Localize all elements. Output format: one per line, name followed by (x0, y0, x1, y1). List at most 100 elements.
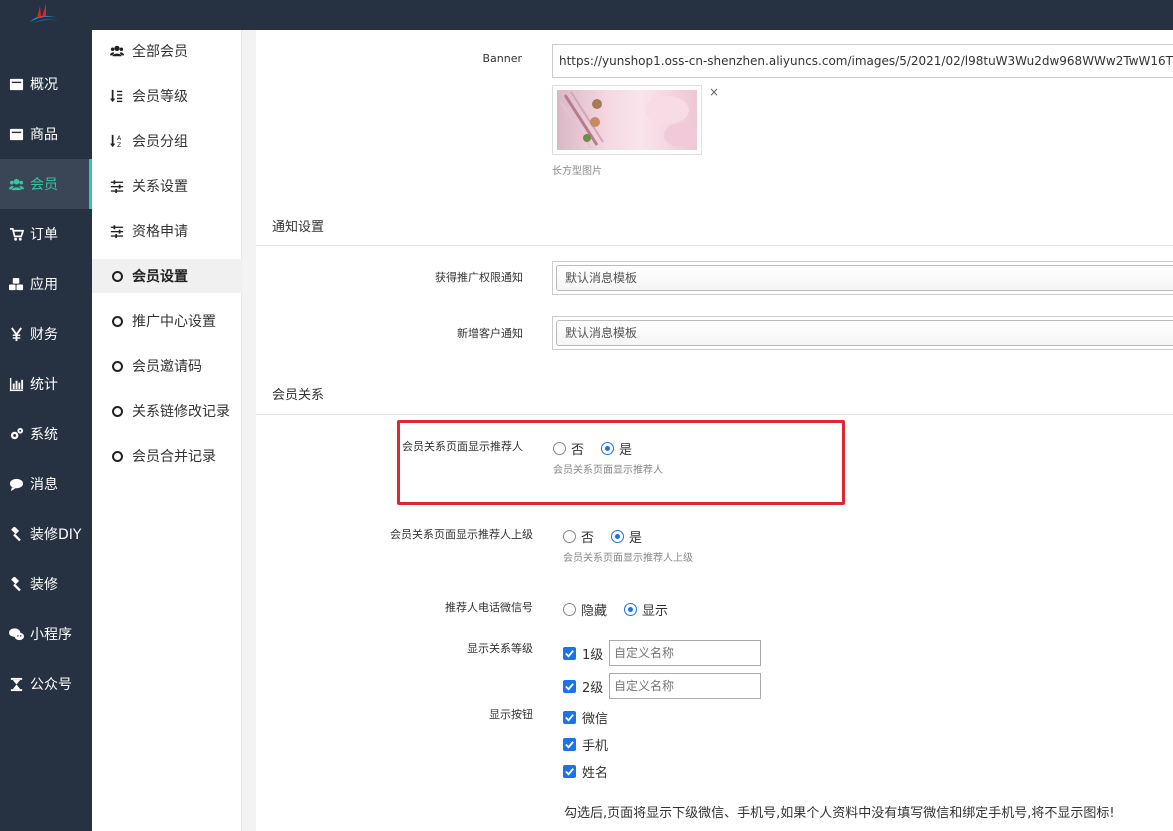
level-1-name-input[interactable] (609, 640, 761, 666)
cart-icon (8, 226, 24, 242)
goods-icon (8, 126, 24, 142)
submenu-item-invite-code[interactable]: 会员邀请码 (92, 349, 242, 383)
logo-icon[interactable] (26, 2, 62, 28)
radio-label: 是 (629, 531, 643, 546)
referrer-contact-hide-radio[interactable]: 隐藏 (563, 600, 607, 619)
radio-label: 否 (571, 443, 585, 458)
name-checkbox[interactable]: 姓名 (563, 762, 608, 781)
bar-chart-icon (8, 376, 24, 392)
submenu-item-member-group[interactable]: AZ 会员分组 (92, 124, 242, 158)
checkbox-label: 姓名 (582, 766, 609, 781)
submenu-item-member-settings[interactable]: 会员设置 (92, 259, 242, 293)
notify-promo-select[interactable]: 默认消息模板 (552, 261, 1173, 295)
svg-text:Z: Z (117, 142, 121, 148)
notify-customer-select[interactable]: 默认消息模板 (552, 316, 1173, 350)
sidebar-item-label: 商品 (30, 127, 58, 143)
radio-circle (553, 442, 566, 455)
banner-thumbnail[interactable] (552, 85, 702, 155)
sidebar-item-mini-program[interactable]: 小程序 (0, 609, 92, 659)
sidebar-item-label: 小程序 (30, 627, 72, 643)
dashboard-icon (8, 76, 24, 92)
show-referrer-no-radio[interactable]: 否 (553, 439, 584, 458)
circle-icon (110, 449, 124, 463)
submenu-item-label: 关系设置 (132, 179, 188, 195)
show-referrer-parent-yes-radio[interactable]: 是 (611, 527, 642, 546)
level-2-checkbox[interactable]: 2级 (563, 677, 603, 696)
submenu-item-member-level[interactable]: 会员等级 (92, 79, 242, 113)
circle-icon (110, 314, 124, 328)
buttons-label: 显示按钮 (489, 708, 533, 721)
member-submenu: 全部会员 会员等级 AZ 会员分组 关系设置 资格申请 会员设置 推广中心设置 … (92, 30, 242, 831)
radio-label: 是 (619, 443, 633, 458)
phone-checkbox[interactable]: 手机 (563, 735, 608, 754)
wechat-checkbox[interactable]: 微信 (563, 708, 608, 727)
comment-icon (8, 476, 24, 492)
wechat-icon (8, 626, 24, 642)
sidebar-item-apps[interactable]: 应用 (0, 259, 92, 309)
sidebar-item-official-account[interactable]: 公众号 (0, 659, 92, 709)
checkbox-checked-icon (563, 711, 576, 724)
sidebar-item-label: 统计 (30, 377, 58, 393)
show-referrer-parent-no-radio[interactable]: 否 (563, 527, 594, 546)
sidebar-item-finance[interactable]: 财务 (0, 309, 92, 359)
sidebar-item-system[interactable]: 系统 (0, 409, 92, 459)
sort-numeric-icon (110, 89, 124, 103)
level-2-name-input[interactable] (609, 673, 761, 699)
show-referrer-parent-label: 会员关系页面显示推荐人上级 (390, 528, 533, 541)
checkbox-checked-icon (563, 765, 576, 778)
level-1-checkbox[interactable]: 1级 (563, 644, 603, 663)
sidebar-item-label: 装修 (30, 577, 58, 593)
submenu-item-all-members[interactable]: 全部会员 (92, 34, 242, 68)
radio-circle (601, 442, 614, 455)
show-referrer-yes-radio[interactable]: 是 (601, 439, 632, 458)
sidebar-item-decorate[interactable]: 装修 (0, 559, 92, 609)
submenu-item-promo-center[interactable]: 推广中心设置 (92, 304, 242, 338)
submenu-item-relation-log[interactable]: 关系链修改记录 (92, 394, 242, 428)
banner-url-input[interactable]: https://yunshop1.oss-cn-shenzhen.aliyunc… (552, 44, 1173, 78)
banner-image (557, 90, 697, 150)
yen-icon (8, 326, 24, 342)
submenu-item-label: 资格申请 (132, 224, 188, 240)
circle-icon (110, 269, 124, 283)
referrer-contact-show-radio[interactable]: 显示 (624, 600, 668, 619)
circle-icon (110, 404, 124, 418)
sidebar-item-overview[interactable]: 概况 (0, 59, 92, 109)
banner-remove-icon[interactable]: × (709, 85, 719, 99)
section-title-notify: 通知设置 (272, 220, 325, 235)
submenu-item-merge-log[interactable]: 会员合并记录 (92, 439, 242, 473)
sidebar-item-label: 概况 (30, 77, 58, 93)
submenu-item-qualification[interactable]: 资格申请 (92, 214, 242, 248)
radio-label: 显示 (642, 604, 669, 619)
checkbox-checked-icon (563, 680, 576, 693)
sidebar-item-label: 应用 (30, 277, 58, 293)
circle-icon (110, 359, 124, 373)
gears-icon (8, 426, 24, 442)
cubes-icon (8, 276, 24, 292)
submenu-item-label: 会员分组 (132, 134, 188, 150)
sidebar-item-label: 系统 (30, 427, 58, 443)
hourglass-icon (8, 676, 24, 692)
checkbox-label: 1级 (582, 648, 604, 663)
main-sidebar: 概况 商品 会员 订单 应用 财务 统计 系统 消息 装修DIY 装修 小程序 … (0, 30, 92, 831)
checkbox-checked-icon (563, 647, 576, 660)
sliders-icon (110, 179, 124, 193)
submenu-item-label: 会员邀请码 (132, 359, 202, 375)
sidebar-item-goods[interactable]: 商品 (0, 109, 92, 159)
sidebar-item-messages[interactable]: 消息 (0, 459, 92, 509)
sidebar-item-stats[interactable]: 统计 (0, 359, 92, 409)
submenu-item-label: 会员等级 (132, 89, 188, 105)
submenu-item-relation-settings[interactable]: 关系设置 (92, 169, 242, 203)
sort-alpha-icon: AZ (110, 134, 124, 148)
notify-promo-label: 获得推广权限通知 (435, 271, 523, 284)
checkbox-checked-icon (563, 738, 576, 751)
submenu-item-label: 推广中心设置 (132, 314, 216, 330)
radio-label: 隐藏 (581, 604, 608, 619)
submenu-item-label: 会员合并记录 (132, 449, 216, 465)
sidebar-item-orders[interactable]: 订单 (0, 209, 92, 259)
radio-circle (563, 530, 576, 543)
sidebar-item-members[interactable]: 会员 (0, 159, 92, 209)
gavel-icon (8, 526, 24, 542)
section-title-relation: 会员关系 (272, 388, 325, 403)
sidebar-item-decorate-diy[interactable]: 装修DIY (0, 509, 92, 559)
checkbox-label: 手机 (582, 739, 609, 754)
